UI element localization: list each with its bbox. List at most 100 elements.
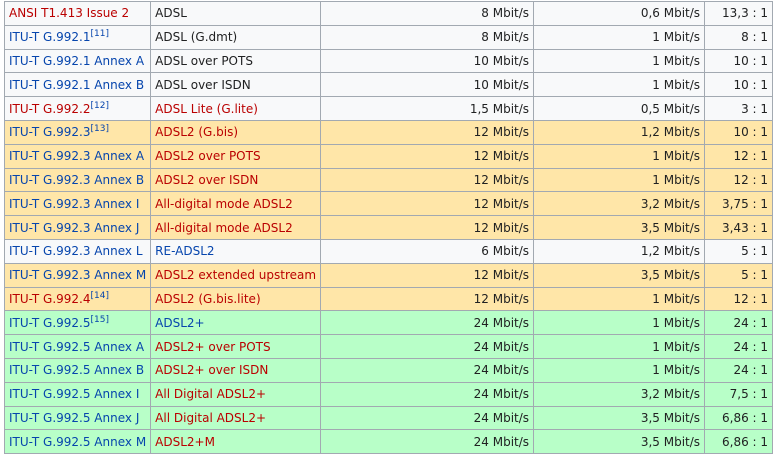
common-name-link[interactable]: ADSL2 over ISDN (155, 173, 258, 187)
standard-cell: ANSI T1.413 Issue 2 (3, 1, 152, 26)
standard-link[interactable]: ITU-T G.992.5 Annex B (9, 363, 144, 377)
table-row: ITU-T G.992.4[14] ADSL2 (G.bis.lite) 12 Mb… (3, 286, 774, 312)
common-name-cell: ADSL2+M (150, 429, 322, 455)
standard-link[interactable]: ITU-T G.992.3 Annex I (9, 197, 139, 211)
reference-link[interactable]: [14] (91, 291, 109, 301)
common-name-link[interactable]: All-digital mode ADSL2 (155, 221, 293, 235)
table-row: ITU-T G.992.3 Annex I All-digital mode AD… (3, 191, 774, 217)
table-row: ITU-T G.992.3 Annex J All-digital mode AD… (3, 215, 774, 240)
downstream-rate-cell: 24 Mbit/s (320, 381, 535, 407)
ratio-cell: 10 : 1 (704, 119, 774, 145)
common-name-text: ADSL over ISDN (155, 77, 251, 92)
common-name-cell: ADSL Lite (G.lite) (150, 96, 322, 121)
standard-link[interactable]: ITU-T G.992.3 Annex M (9, 268, 146, 282)
common-name-link[interactable]: All Digital ADSL2+ (155, 387, 266, 401)
table-row: ITU-T G.992.1 Annex B ADSL over ISDN 10 Mb… (3, 72, 774, 98)
ratio-cell: 24 : 1 (704, 310, 774, 336)
common-name-link[interactable]: All-digital mode ADSL2 (155, 197, 293, 211)
upstream-rate-cell: 1,2 Mbit/s (533, 238, 706, 264)
standard-link[interactable]: ITU-T G.992.3 Annex B (9, 173, 144, 187)
upstream-rate-cell: 1 Mbit/s (533, 357, 706, 383)
downstream-rate-cell: 8 Mbit/s (320, 24, 535, 50)
table-row: ITU-T G.992.1 Annex A ADSL over POTS 10 Mb… (3, 48, 774, 74)
common-name-cell: ADSL2+ over ISDN (150, 357, 322, 383)
ratio-cell: 6,86 : 1 (704, 405, 774, 431)
ratio-cell: 8 : 1 (704, 24, 774, 50)
common-name-link[interactable]: ADSL2+ over ISDN (155, 363, 268, 377)
common-name-link[interactable]: ADSL2+ (155, 316, 204, 330)
standard-link[interactable]: ITU-T G.992.4 (9, 292, 91, 306)
common-name-link[interactable]: RE-ADSL2 (155, 244, 214, 258)
standard-link[interactable]: ITU-T G.992.2 (9, 102, 91, 116)
standard-cell: ITU-T G.992.1[11] (3, 24, 152, 50)
reference-superscript: [13] (91, 124, 109, 134)
reference-link[interactable]: [11] (91, 29, 109, 39)
standard-cell: ITU-T G.992.5 Annex B (3, 357, 152, 383)
standard-cell: ITU-T G.992.1 Annex B (3, 72, 152, 98)
common-name-cell: All-digital mode ADSL2 (150, 191, 322, 217)
upstream-rate-cell: 1,2 Mbit/s (533, 119, 706, 145)
standard-link[interactable]: ITU-T G.992.1 Annex A (9, 54, 144, 68)
standard-link[interactable]: ANSI T1.413 Issue 2 (9, 6, 129, 20)
table-row: ITU-T G.992.3 Annex A ADSL2 over POTS 12 M… (3, 143, 774, 169)
common-name-cell: ADSL2+ over POTS (150, 334, 322, 359)
standard-cell: ITU-T G.992.1 Annex A (3, 48, 152, 74)
downstream-rate-cell: 12 Mbit/s (320, 286, 535, 312)
table-row: ITU-T G.992.5 Annex I All Digital ADSL2+ 2… (3, 381, 774, 407)
ratio-cell: 10 : 1 (704, 48, 774, 74)
common-name-link[interactable]: ADSL2 (G.bis.lite) (155, 292, 260, 306)
standard-link[interactable]: ITU-T G.992.3 Annex A (9, 149, 144, 163)
standard-link[interactable]: ITU-T G.992.3 (9, 125, 91, 139)
common-name-cell: ADSL2 extended upstream (150, 262, 322, 288)
standard-link[interactable]: ITU-T G.992.1 Annex B (9, 78, 144, 92)
common-name-link[interactable]: ADSL2 (G.bis) (155, 125, 238, 139)
common-name-link[interactable]: ADSL2 over POTS (155, 149, 260, 163)
standard-link[interactable]: ITU-T G.992.3 Annex L (9, 244, 143, 258)
reference-link[interactable]: [13] (91, 124, 109, 134)
ratio-cell: 3,43 : 1 (704, 215, 774, 240)
standard-link[interactable]: ITU-T G.992.5 Annex J (9, 411, 139, 425)
upstream-rate-cell: 3,2 Mbit/s (533, 381, 706, 407)
standard-link[interactable]: ITU-T G.992.5 Annex M (9, 435, 146, 449)
common-name-link[interactable]: ADSL2+ over POTS (155, 340, 270, 354)
common-name-cell: ADSL (150, 1, 322, 26)
reference-link[interactable]: [12] (91, 101, 109, 111)
ratio-cell: 6,86 : 1 (704, 429, 774, 455)
downstream-rate-cell: 10 Mbit/s (320, 48, 535, 74)
table-row: ITU-T G.992.3[13] ADSL2 (G.bis) 12 Mbit/s 1… (3, 119, 774, 145)
ratio-cell: 3,75 : 1 (704, 191, 774, 217)
standard-cell: ITU-T G.992.3 Annex M (3, 262, 152, 288)
upstream-rate-cell: 3,2 Mbit/s (533, 191, 706, 217)
common-name-cell: ADSL over ISDN (150, 72, 322, 98)
upstream-rate-cell: 3,5 Mbit/s (533, 262, 706, 288)
upstream-rate-cell: 1 Mbit/s (533, 310, 706, 336)
downstream-rate-cell: 8 Mbit/s (320, 1, 535, 26)
ratio-cell: 12 : 1 (704, 286, 774, 312)
downstream-rate-cell: 24 Mbit/s (320, 334, 535, 359)
standard-link[interactable]: ITU-T G.992.5 (9, 316, 91, 330)
standard-link[interactable]: ITU-T G.992.1 (9, 30, 91, 44)
standard-cell: ITU-T G.992.4[14] (3, 286, 152, 312)
common-name-link[interactable]: ADSL2 extended upstream (155, 268, 316, 282)
downstream-rate-cell: 12 Mbit/s (320, 262, 535, 288)
downstream-rate-cell: 24 Mbit/s (320, 357, 535, 383)
downstream-rate-cell: 12 Mbit/s (320, 143, 535, 169)
ratio-cell: 7,5 : 1 (704, 381, 774, 407)
ratio-cell: 24 : 1 (704, 357, 774, 383)
upstream-rate-cell: 1 Mbit/s (533, 24, 706, 50)
common-name-cell: ADSL2 over POTS (150, 143, 322, 169)
common-name-link[interactable]: ADSL2+M (155, 435, 215, 449)
standard-cell: ITU-T G.992.3 Annex A (3, 143, 152, 169)
standard-link[interactable]: ITU-T G.992.5 Annex A (9, 340, 144, 354)
common-name-link[interactable]: ADSL Lite (G.lite) (155, 102, 258, 116)
standard-link[interactable]: ITU-T G.992.3 Annex J (9, 221, 139, 235)
reference-superscript: [11] (91, 29, 109, 39)
common-name-link[interactable]: All Digital ADSL2+ (155, 411, 266, 425)
common-name-cell: All-digital mode ADSL2 (150, 215, 322, 240)
table-row: ITU-T G.992.3 Annex L RE-ADSL2 6 Mbit/s 1,2… (3, 238, 774, 264)
standard-cell: ITU-T G.992.2[12] (3, 96, 152, 121)
standard-link[interactable]: ITU-T G.992.5 Annex I (9, 387, 139, 401)
common-name-text: ADSL (G.dmt) (155, 30, 238, 45)
reference-link[interactable]: [15] (91, 315, 109, 325)
upstream-rate-cell: 3,5 Mbit/s (533, 405, 706, 431)
